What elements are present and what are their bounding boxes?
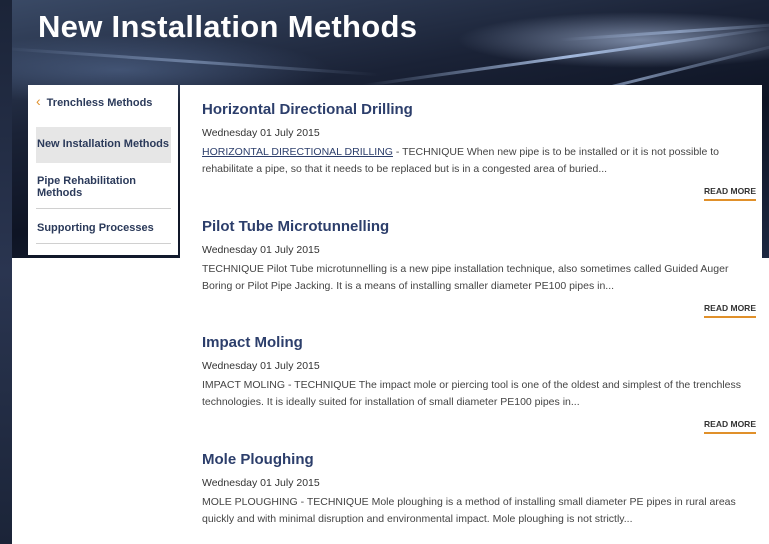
article-excerpt: MOLE PLOUGHING - TECHNIQUE Mole ploughin… (202, 496, 736, 525)
article-title[interactable]: Horizontal Directional Drilling (202, 101, 747, 118)
article-title[interactable]: Pilot Tube Microtunnelling (202, 218, 747, 235)
list-item: Impact Moling Wednesday 01 July 2015 IMP… (202, 334, 747, 411)
banner-light-streak (361, 25, 769, 88)
sidebar-back-label: Trenchless Methods (46, 97, 153, 109)
sidebar-item-label: Supporting Processes (37, 222, 154, 234)
sidebar-divider (36, 243, 171, 244)
article-date: Wednesday 01 July 2015 (202, 477, 320, 489)
list-item: Horizontal Directional Drilling Wednesda… (202, 101, 747, 178)
read-more-link[interactable]: READ MORE (704, 186, 756, 201)
left-edge-bar (0, 0, 12, 544)
banner-light-streak (0, 46, 380, 77)
article-excerpt: TECHNIQUE Pilot Tube microtunnelling is … (202, 263, 729, 292)
sidebar-divider (36, 208, 171, 209)
article-excerpt: HORIZONTAL DIRECTIONAL DRILLING - TECHNI… (202, 144, 747, 178)
list-item: Pilot Tube Microtunnelling Wednesday 01 … (202, 218, 747, 295)
read-more-link[interactable]: READ MORE (704, 419, 756, 434)
article-list: Horizontal Directional Drilling Wednesda… (180, 85, 762, 544)
article-title[interactable]: Impact Moling (202, 334, 747, 351)
sidebar: ‹ Trenchless Methods New Installation Met… (28, 85, 178, 255)
article-lead-link[interactable]: HORIZONTAL DIRECTIONAL DRILLING (202, 146, 393, 158)
chevron-left-icon: ‹ (36, 93, 41, 109)
sidebar-item-label: New Installation Methods (37, 138, 170, 150)
sidebar-item-label: Pipe Rehabilitation Methods (37, 175, 137, 199)
sidebar-item-new-installation-methods[interactable]: New Installation Methods (36, 127, 171, 163)
article-title[interactable]: Mole Ploughing (202, 451, 747, 468)
list-item: Mole Ploughing Wednesday 01 July 2015 MO… (202, 451, 747, 528)
page-title: New Installation Methods (38, 9, 418, 44)
article-date: Wednesday 01 July 2015 (202, 127, 320, 139)
sidebar-item-supporting-processes[interactable]: Supporting Processes (36, 222, 171, 234)
read-more-link[interactable]: READ MORE (704, 303, 756, 318)
article-date: Wednesday 01 July 2015 (202, 360, 320, 372)
article-date: Wednesday 01 July 2015 (202, 244, 320, 256)
sidebar-back-link[interactable]: ‹ Trenchless Methods (36, 93, 176, 109)
article-excerpt: IMPACT MOLING - TECHNIQUE The impact mol… (202, 379, 742, 408)
sidebar-item-pipe-rehabilitation-methods[interactable]: Pipe Rehabilitation Methods (36, 175, 171, 199)
